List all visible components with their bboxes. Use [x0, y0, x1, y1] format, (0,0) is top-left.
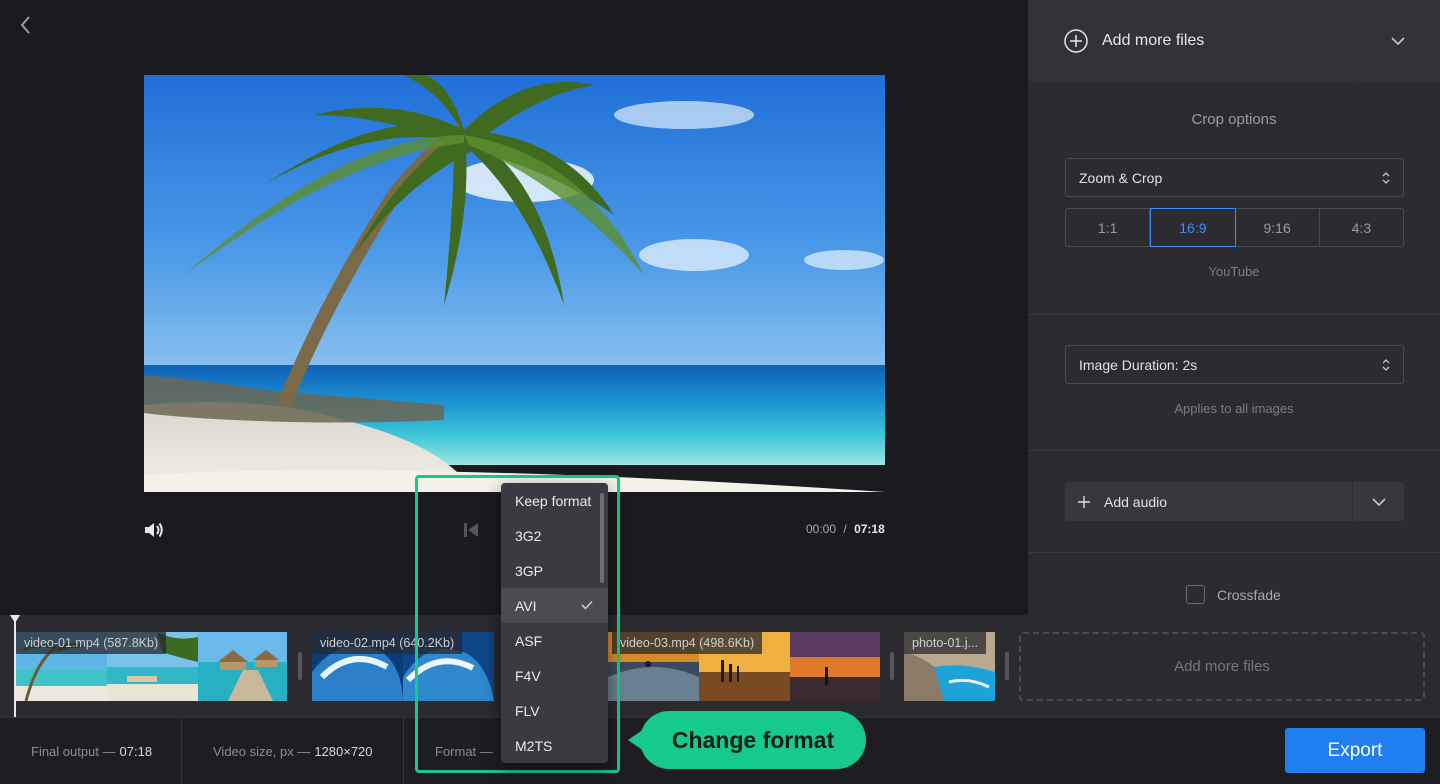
clip-label: video-03.mp4 (498.6Kb) [612, 632, 763, 654]
clip-trim-handle[interactable] [890, 652, 894, 680]
final-output-label: Final output — [31, 744, 116, 759]
aspect-ratio-group: 1:1 16:9 9:16 4:3 [1065, 208, 1404, 247]
duration-hint: Applies to all images [1174, 401, 1294, 416]
divider [1028, 552, 1440, 553]
format-option-m2ts[interactable]: M2TS [501, 728, 608, 763]
format-dropdown-menu: Keep format 3G2 3GP AVI ASF F4V FLV M2TS [501, 483, 608, 763]
add-audio-button[interactable]: Add audio [1065, 482, 1352, 521]
timeline-clip-video-01[interactable]: video-01.mp4 (587.8Kb) [16, 632, 287, 701]
divider [403, 718, 404, 784]
crossfade-label: Crossfade [1217, 586, 1281, 603]
clip-label: photo-01.j... [904, 632, 987, 654]
volume-button[interactable] [142, 518, 166, 542]
updown-icon [1382, 359, 1390, 371]
playhead-handle[interactable] [10, 615, 20, 623]
ratio-16-9[interactable]: 16:9 [1150, 208, 1236, 247]
timeline-clip-photo-01[interactable]: photo-01.j... [904, 632, 995, 701]
export-button[interactable]: Export [1285, 728, 1425, 773]
timeline: video-01.mp4 (587.8Kb) video-02.mp4 (640… [0, 615, 1440, 717]
format-option-3gp[interactable]: 3GP [501, 553, 608, 588]
divider [1028, 450, 1440, 451]
final-output-info: Final output — 07:18 [31, 718, 152, 784]
add-more-files-label: Add more files [1102, 31, 1205, 49]
speaker-icon [145, 522, 163, 538]
video-size-info: Video size, px — 1280×720 [213, 718, 373, 784]
video-size-value: 1280×720 [314, 744, 373, 759]
add-more-files-button[interactable]: Add more files [1028, 0, 1354, 81]
format-option-flv[interactable]: FLV [501, 693, 608, 728]
dropdown-scrollbar[interactable] [600, 493, 604, 583]
divider [181, 718, 182, 784]
format-option-label: AVI [515, 597, 537, 614]
ratio-1-1[interactable]: 1:1 [1066, 209, 1151, 246]
updown-icon [1382, 172, 1390, 184]
crop-mode-value: Zoom & Crop [1079, 169, 1163, 186]
beach-palm-image [144, 75, 885, 492]
crop-options-title: Crop options [1191, 111, 1277, 128]
sidebar: Add more files Crop options Zoom & Crop … [1028, 0, 1440, 615]
format-option-3g2[interactable]: 3G2 [501, 518, 608, 553]
video-preview [144, 75, 885, 492]
change-format-callout: Change format [640, 711, 866, 769]
format-option-f4v[interactable]: F4V [501, 658, 608, 693]
chevron-down-icon [1390, 36, 1405, 45]
format-option-asf[interactable]: ASF [501, 623, 608, 658]
divider [1028, 314, 1440, 315]
app-root: 00:00 / 07:18 Add more files Crop option… [0, 0, 1440, 784]
format-option-keep-format[interactable]: Keep format [501, 483, 608, 518]
ratio-9-16[interactable]: 9:16 [1236, 209, 1320, 246]
add-files-dropdown-button[interactable] [1355, 0, 1440, 81]
add-audio-label: Add audio [1104, 493, 1168, 510]
format-option-avi[interactable]: AVI [501, 588, 608, 623]
time-current: 00:00 [806, 522, 837, 536]
clip-trim-handle[interactable] [1005, 652, 1009, 680]
final-output-value: 07:18 [119, 744, 153, 759]
image-duration-select[interactable]: Image Duration: 2s [1065, 345, 1404, 384]
video-size-label: Video size, px — [213, 744, 311, 759]
time-readout: 00:00 / 07:18 [806, 522, 885, 536]
time-separator: / [843, 522, 847, 536]
chevron-down-icon [1371, 497, 1386, 506]
chevron-left-icon [20, 16, 30, 34]
ratio-hint: YouTube [1208, 264, 1260, 279]
plus-icon [1078, 495, 1090, 508]
clip-thumbnail [790, 632, 880, 701]
clip-thumbnail [198, 632, 287, 701]
add-audio-dropdown-button[interactable] [1353, 482, 1404, 521]
time-total: 07:18 [854, 522, 885, 536]
playhead[interactable] [14, 615, 16, 717]
clip-label: video-01.mp4 (587.8Kb) [16, 632, 167, 654]
ratio-4-3[interactable]: 4:3 [1320, 209, 1403, 246]
clip-trim-handle[interactable] [298, 652, 302, 680]
crossfade-checkbox[interactable]: Crossfade [1186, 585, 1281, 604]
plus-circle-icon [1064, 28, 1088, 53]
back-button[interactable] [14, 12, 36, 38]
timeline-clip-video-03[interactable]: video-03.mp4 (498.6Kb) [608, 632, 880, 701]
checkmark-icon [581, 600, 593, 610]
checkbox-box[interactable] [1186, 585, 1205, 604]
image-duration-value: Image Duration: 2s [1079, 356, 1198, 373]
crop-mode-select[interactable]: Zoom & Crop [1065, 158, 1404, 197]
add-more-files-dropzone[interactable]: Add more files [1019, 632, 1425, 701]
add-more-files-dropzone-label: Add more files [1174, 658, 1270, 675]
